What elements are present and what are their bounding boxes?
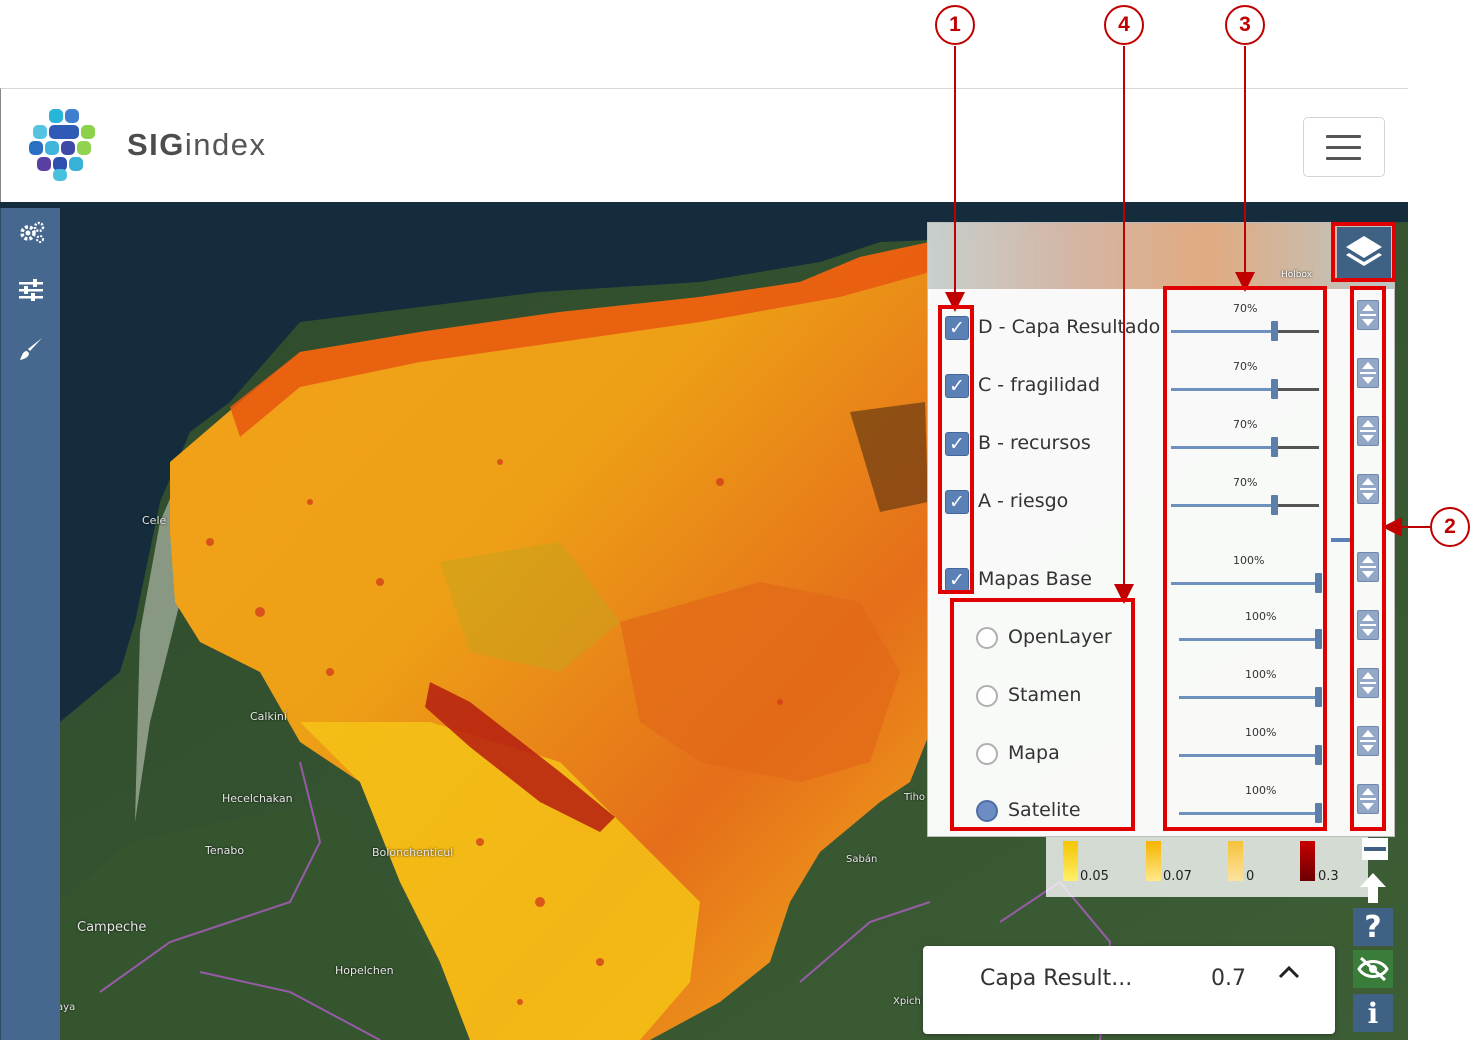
legend-value-4: 0.3	[1318, 869, 1339, 884]
sliders-icon[interactable]	[18, 278, 46, 306]
question-icon[interactable]: ?	[1353, 908, 1393, 946]
map-label-hecelchakan: Hecelchakan	[222, 792, 293, 805]
annotation-box-checkboxes	[938, 305, 974, 594]
map-label-hopelchen: Hopelchen	[335, 964, 394, 977]
gears-icon[interactable]	[18, 220, 46, 248]
legend-swatch-2	[1146, 841, 1161, 881]
navbar: SIGindex	[0, 88, 1408, 202]
info-layer-value: 0.7	[1211, 966, 1246, 991]
hamburger-menu-button[interactable]	[1303, 117, 1385, 177]
info-icon[interactable]: i	[1353, 994, 1393, 1032]
annotation-box-sliders	[1163, 286, 1327, 831]
callout-3: 3	[1225, 5, 1265, 45]
eye-slash-icon[interactable]	[1353, 950, 1393, 988]
legend-value-3: 0	[1246, 869, 1255, 884]
panel-map-preview	[928, 223, 1394, 289]
callout-2: 2	[1430, 507, 1470, 547]
map-label-bolonchenticul: Bolonchenticul	[372, 846, 454, 859]
layer-value-card[interactable]: Capa Result... 0.7	[923, 946, 1335, 1034]
layer-a-label: A - riesgo	[978, 490, 1069, 512]
map-label-celestun: Cele	[142, 514, 167, 527]
map-label-saban: Sabán	[846, 854, 878, 865]
layer-c-label: C - fragilidad	[978, 374, 1101, 396]
annotation-box-layers-button	[1331, 222, 1396, 282]
map-label-holbox: Holbox	[1281, 270, 1313, 280]
annotation-box-basemaps	[950, 598, 1135, 831]
map-label-tenabo: Tenabo	[205, 844, 245, 857]
left-toolbar	[0, 208, 60, 1040]
chevron-up-icon[interactable]	[1278, 960, 1300, 985]
layer-d-label: D - Capa Resultado	[978, 316, 1161, 338]
layer-b-label: B - recursos	[978, 432, 1091, 454]
up-arrow-icon[interactable]	[1353, 869, 1393, 907]
hamburger-menu-icon	[1326, 135, 1361, 138]
map-legend: 0.05 0.07 0 0.3	[1046, 837, 1368, 897]
map-label-campeche: Campeche	[77, 920, 147, 935]
annotation-box-order	[1350, 286, 1386, 831]
legend-swatch-4	[1300, 841, 1315, 881]
legend-swatch-1	[1063, 841, 1078, 881]
legend-value-2: 0.07	[1163, 869, 1192, 884]
siglogo-icon[interactable]	[27, 107, 103, 183]
map-label-tiho: Tiho	[904, 792, 926, 803]
info-layer-name: Capa Result...	[980, 966, 1133, 991]
zoom-out-button[interactable]	[1362, 838, 1388, 860]
callout-4: 4	[1104, 5, 1144, 45]
paint-brush-icon[interactable]	[18, 336, 46, 364]
basemaps-label: Mapas Base	[978, 568, 1092, 590]
callout-1: 1	[935, 5, 975, 45]
map-label-calkini: Calkiní	[250, 710, 287, 723]
legend-swatch-3	[1228, 841, 1243, 881]
brand-name[interactable]: SIGindex	[127, 127, 267, 163]
legend-value-1: 0.05	[1080, 869, 1109, 884]
map-label-xpich: Xpich	[893, 996, 921, 1007]
